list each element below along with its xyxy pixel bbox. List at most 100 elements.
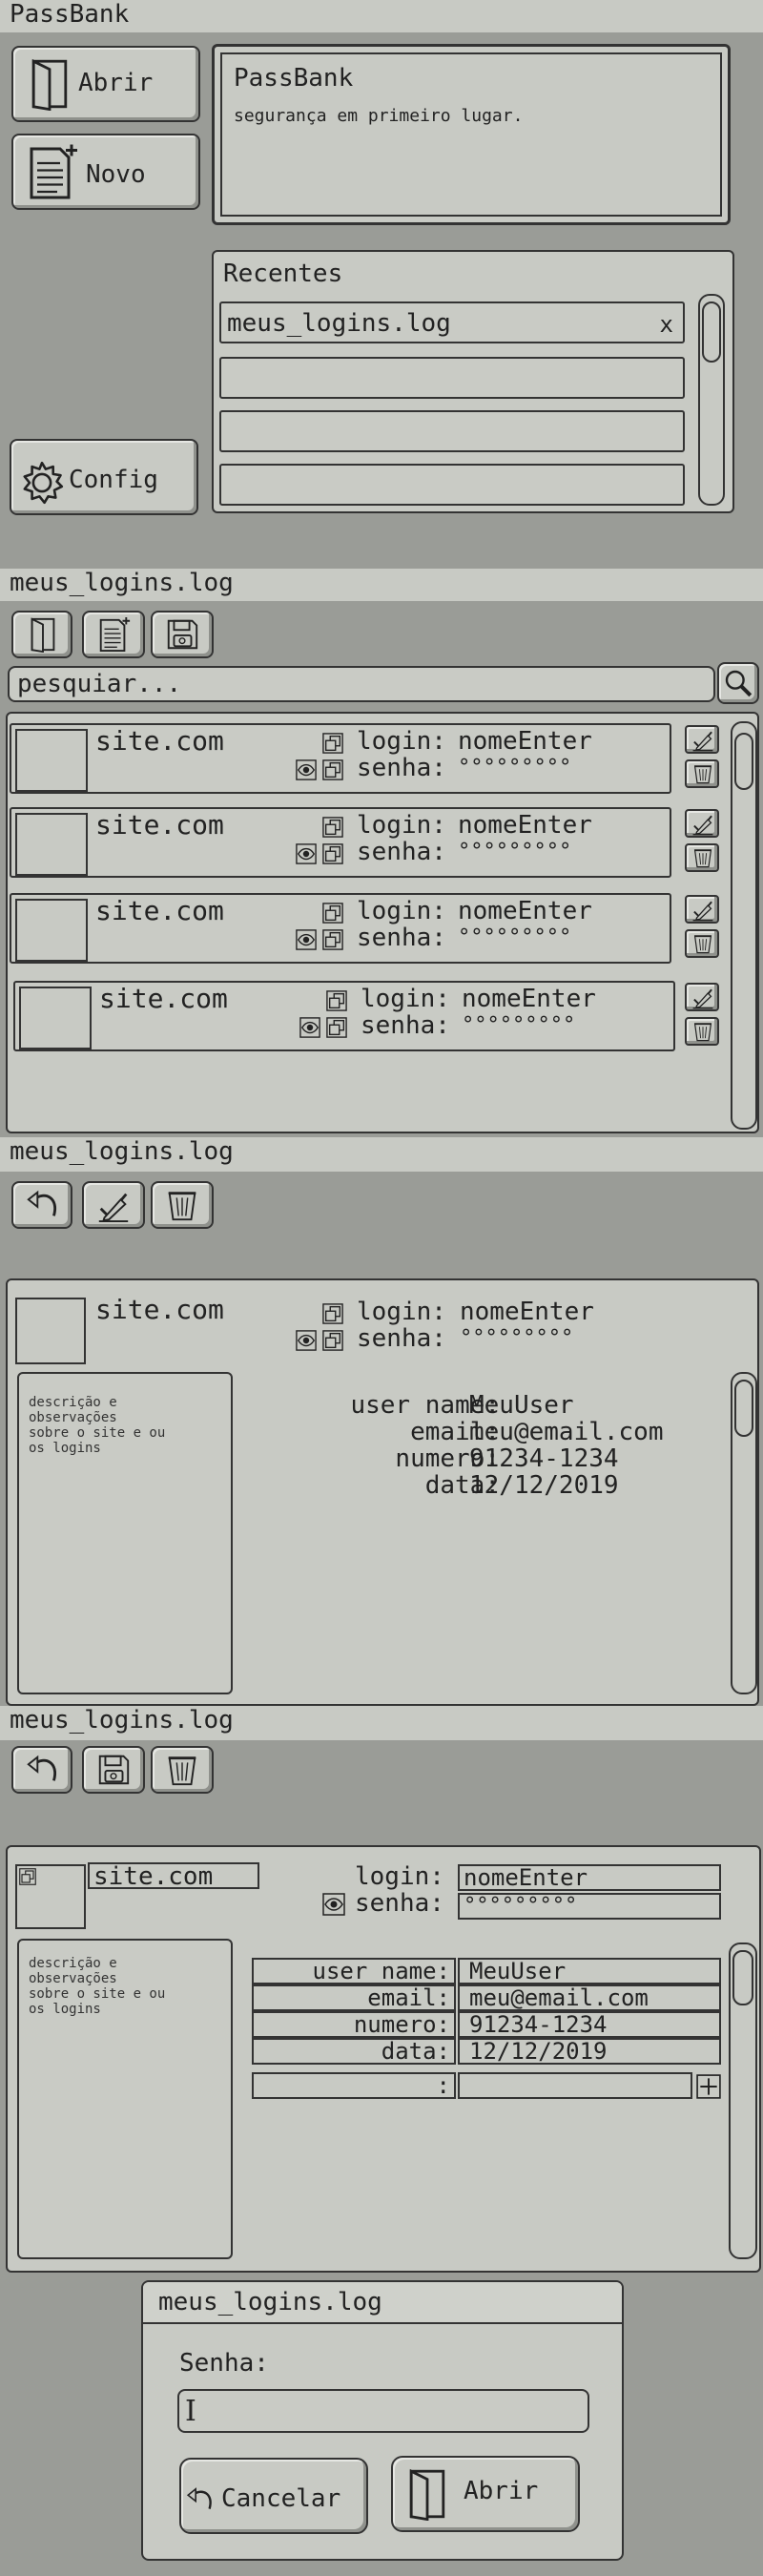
field-label-input[interactable]: user name: <box>252 1958 456 1984</box>
new-button[interactable]: Novo <box>11 134 200 210</box>
delete-button[interactable] <box>151 1746 214 1794</box>
login-value: nomeEnter <box>460 1298 594 1326</box>
entry-row[interactable]: site.com login: nomeEnter senha: °°°°°°°… <box>10 723 671 794</box>
new-toolbar-button[interactable] <box>82 611 145 658</box>
site-thumbnail[interactable] <box>15 1864 86 1929</box>
list-file-title: meus_logins.log <box>10 569 234 597</box>
login-value: nomeEnter <box>458 727 592 756</box>
description-text: descrição e observações sobre o site e o… <box>29 1395 166 1456</box>
delete-entry-button[interactable] <box>685 759 719 788</box>
eye-icon[interactable] <box>299 1017 320 1038</box>
copy-icon[interactable] <box>322 843 343 864</box>
eye-icon[interactable] <box>322 1893 345 1916</box>
edit-entry-button[interactable] <box>685 725 719 754</box>
login-label: login: <box>357 727 446 756</box>
dialog-password-input[interactable]: I <box>177 2389 589 2433</box>
detail-file-title: meus_logins.log <box>10 1137 234 1166</box>
detail-title-bar: meus_logins.log <box>0 1137 763 1172</box>
back-button[interactable] <box>11 1746 72 1794</box>
field-value-input[interactable]: 91234-1234 <box>458 2011 721 2038</box>
text-cursor-icon: I <box>185 2395 196 2428</box>
copy-icon[interactable] <box>322 1303 343 1324</box>
recent-file-item[interactable] <box>219 464 685 506</box>
entry-site: site.com <box>95 809 224 841</box>
eye-icon[interactable] <box>296 929 317 950</box>
trash-icon <box>164 1187 200 1223</box>
field-label-input[interactable]: email: <box>252 1984 456 2011</box>
scrollbar-thumb[interactable] <box>734 733 753 790</box>
edit-entry-button[interactable] <box>685 809 719 838</box>
eye-icon[interactable] <box>296 759 317 780</box>
copy-icon[interactable] <box>322 759 343 780</box>
copy-icon[interactable] <box>322 1330 343 1351</box>
recents-panel: Recentes meus_logins.log x <box>212 250 734 513</box>
delete-entry-button[interactable] <box>685 1017 719 1046</box>
open-button[interactable]: Abrir <box>11 46 200 122</box>
login-input[interactable]: nomeEnter <box>458 1864 721 1891</box>
save-toolbar-button[interactable] <box>151 611 214 658</box>
scrollbar-thumb[interactable] <box>732 1950 753 2005</box>
copy-icon[interactable] <box>326 1017 347 1038</box>
open-toolbar-button[interactable] <box>11 611 72 658</box>
new-field-value-input[interactable] <box>458 2072 692 2099</box>
delete-entry-button[interactable] <box>685 929 719 958</box>
scrollbar-thumb[interactable] <box>734 1380 753 1437</box>
dialog-open-button[interactable]: Abrir <box>391 2456 580 2532</box>
cancel-button[interactable]: Cancelar <box>179 2458 368 2534</box>
field-value-input[interactable]: MeuUser <box>458 1958 721 1984</box>
edit-entry-button[interactable] <box>685 895 719 924</box>
password-label: senha: <box>357 838 446 866</box>
magnifier-icon <box>723 668 753 698</box>
remove-recent-button[interactable]: x <box>660 311 673 338</box>
copy-icon[interactable] <box>326 990 347 1011</box>
detail-panel: site.com login: nomeEnter senha: °°°°°°°… <box>6 1278 759 1706</box>
field-label-input[interactable]: data: <box>252 2038 456 2065</box>
list-scrollbar[interactable] <box>731 721 757 1130</box>
copy-icon[interactable] <box>322 817 343 838</box>
eye-icon[interactable] <box>296 843 317 864</box>
description-input[interactable]: descrição e observações sobre o site e o… <box>17 1939 233 2259</box>
recent-file-item[interactable] <box>219 357 685 399</box>
edit-scrollbar[interactable] <box>729 1942 757 2259</box>
entry-row[interactable]: site.com login: nomeEnter senha: °°°°°°°… <box>10 893 671 964</box>
field-value-input[interactable]: meu@email.com <box>458 1984 721 2011</box>
edit-entry-button[interactable] <box>685 983 719 1011</box>
entry-site: site.com <box>95 725 224 757</box>
recents-scrollbar[interactable] <box>698 294 725 506</box>
header-title: PassBank <box>234 64 354 93</box>
delete-entry-button[interactable] <box>685 843 719 872</box>
description-box[interactable]: descrição e observações sobre o site e o… <box>17 1372 233 1694</box>
change-image-icon[interactable] <box>19 1868 36 1885</box>
password-value: °°°°°°°°° <box>458 925 572 949</box>
password-input[interactable]: °°°°°°°°° <box>458 1893 721 1920</box>
pen-check-icon <box>95 1187 132 1223</box>
scrollbar-thumb[interactable] <box>702 301 721 363</box>
recent-file-item[interactable] <box>219 410 685 452</box>
edit-title-bar: meus_logins.log <box>0 1706 763 1740</box>
detail-scrollbar[interactable] <box>731 1372 757 1694</box>
undo-arrow-icon <box>185 2484 216 2515</box>
copy-icon[interactable] <box>322 929 343 950</box>
delete-button[interactable] <box>151 1181 214 1229</box>
save-button[interactable] <box>82 1746 145 1794</box>
site-input[interactable]: site.com <box>88 1862 259 1889</box>
back-button[interactable] <box>11 1181 72 1229</box>
config-button[interactable]: Config <box>10 439 198 515</box>
entry-row[interactable]: site.com login: nomeEnter senha: °°°°°°°… <box>10 807 671 878</box>
field-value-input[interactable]: 12/12/2019 <box>458 2038 721 2065</box>
new-field-label-input[interactable]: : <box>252 2072 456 2099</box>
search-input[interactable]: pesquiar... <box>8 666 715 702</box>
search-button[interactable] <box>717 662 759 704</box>
eye-icon[interactable] <box>296 1330 317 1351</box>
plus-icon[interactable] <box>696 2074 721 2099</box>
login-value: nomeEnter <box>462 985 596 1013</box>
login-label: login: <box>357 1298 446 1326</box>
field-label-input[interactable]: numero: <box>252 2011 456 2038</box>
entry-row[interactable]: site.com login: nomeEnter senha: °°°°°°°… <box>13 981 675 1051</box>
edit-button[interactable] <box>82 1181 145 1229</box>
entry-site: site.com <box>99 983 228 1014</box>
recent-file-item[interactable]: meus_logins.log x <box>219 301 685 343</box>
undo-arrow-icon <box>25 1187 61 1223</box>
copy-icon[interactable] <box>322 903 343 924</box>
copy-icon[interactable] <box>322 733 343 754</box>
